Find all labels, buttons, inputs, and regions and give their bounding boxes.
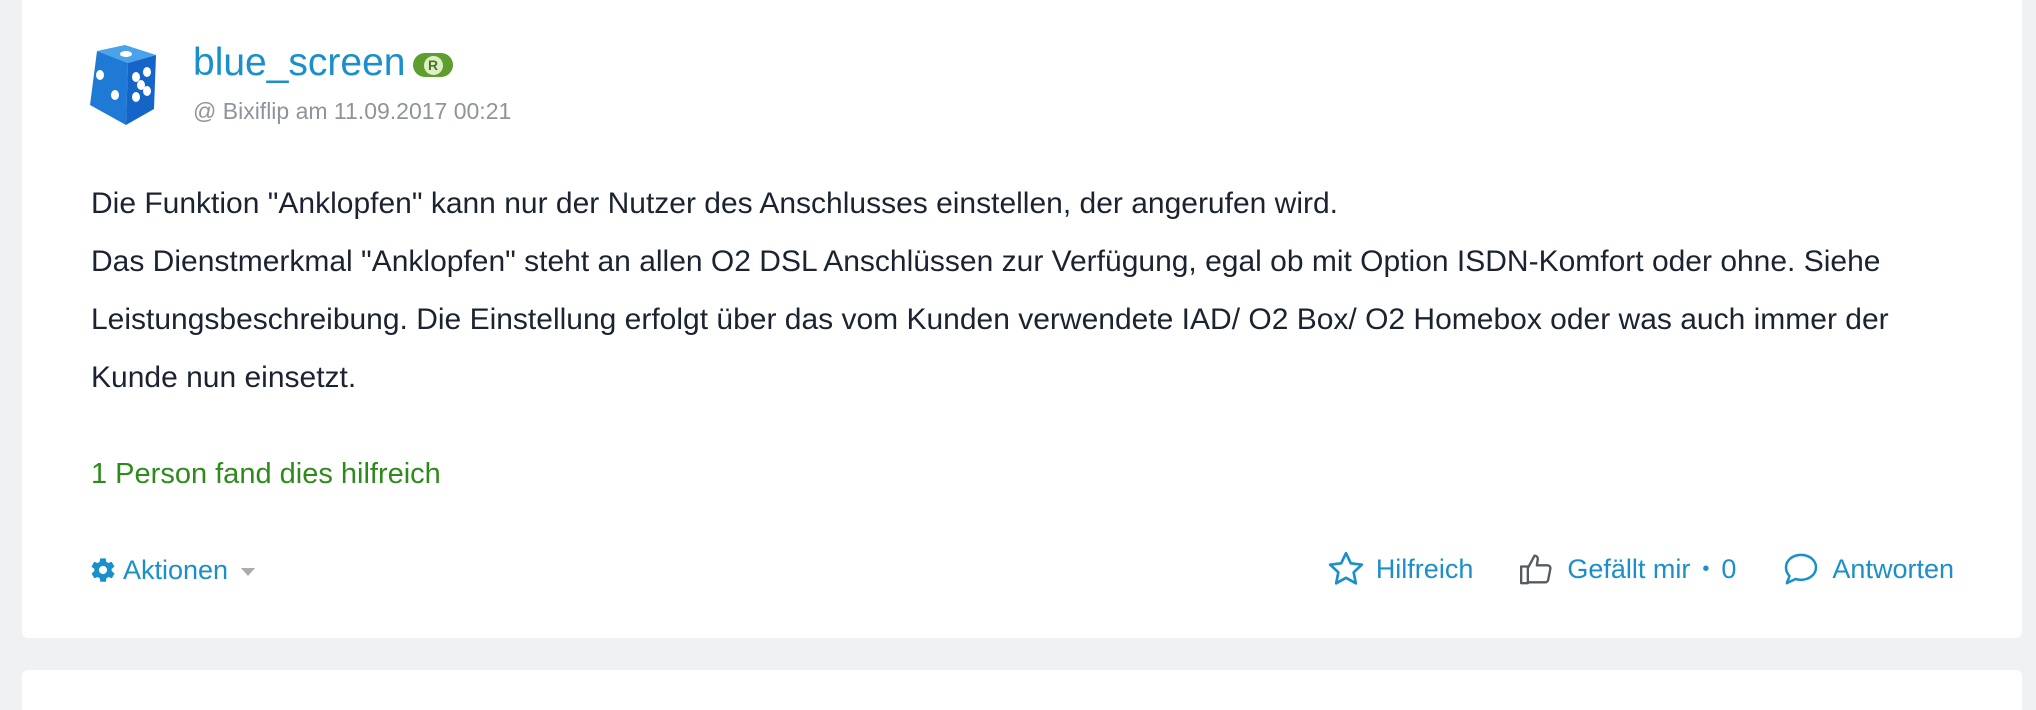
like-label: Gefällt mir [1567, 554, 1691, 584]
rank-badge: R [413, 53, 453, 77]
like-count: 0 [1721, 554, 1737, 584]
dice-icon[interactable] [70, 45, 170, 125]
post-toolbar: Hilfreich Gefällt mir • 0 Antworten [1326, 548, 1954, 590]
reply-button[interactable]: Antworten [1780, 549, 1954, 589]
speech-bubble-icon [1785, 553, 1818, 585]
actions-label: Aktionen [123, 555, 229, 585]
like-button[interactable]: Gefällt mir • 0 [1517, 548, 1736, 590]
next-post-card [22, 670, 2022, 710]
post-body: Die Funktion "Anklopfen" kann nur der Nu… [91, 175, 1971, 407]
thumbs-up-icon [1520, 554, 1552, 585]
like-separator: • [1702, 558, 1710, 580]
post-paragraph: Das Dienstmerkmal "Anklopfen" steht an a… [91, 245, 1889, 394]
post-meta: @ Bixiflip am 11.09.2017 00:21 [193, 98, 512, 124]
gear-icon [91, 558, 115, 582]
rank-badge-label: R [423, 55, 443, 75]
star-icon [1328, 551, 1363, 585]
author-username[interactable]: blue_screen [193, 40, 405, 86]
reply-label: Antworten [1832, 554, 1954, 584]
helpful-count: 1 Person fand dies hilfreich [91, 458, 441, 490]
actions-dropdown[interactable]: Aktionen [89, 552, 256, 588]
helpful-button[interactable]: Hilfreich [1326, 549, 1474, 589]
helpful-label: Hilfreich [1375, 554, 1474, 584]
post-paragraph: Die Funktion "Anklopfen" kann nur der Nu… [91, 187, 1338, 220]
caret-down-icon [241, 568, 256, 576]
